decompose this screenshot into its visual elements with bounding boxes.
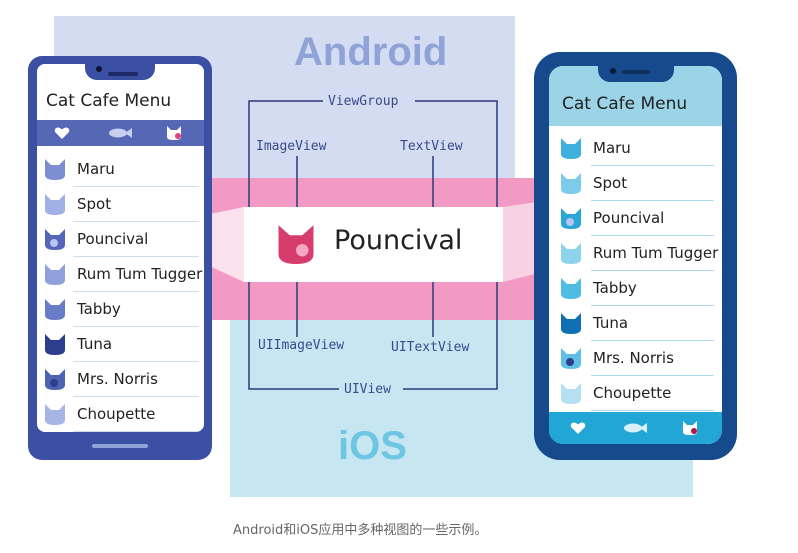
cat-name: Tuna xyxy=(593,314,629,332)
cat-icon xyxy=(561,173,581,194)
list-item[interactable]: Rum Tum Tugger xyxy=(549,236,722,271)
android-title: Cat Cafe Menu xyxy=(46,91,172,111)
cat-icon[interactable] xyxy=(681,419,699,436)
fish-icon[interactable] xyxy=(108,127,132,139)
list-item[interactable]: Pouncival xyxy=(549,201,722,236)
list-item[interactable]: Tuna xyxy=(37,327,204,362)
textview-label: TextView xyxy=(400,139,463,154)
list-item[interactable]: Pouncival xyxy=(37,222,204,257)
diagram-canvas: Android iOS ViewGroup ImageView TextView… xyxy=(0,0,798,553)
cat-name: Tuna xyxy=(77,335,113,353)
list-item[interactable]: Maru xyxy=(37,152,204,187)
cat-icon xyxy=(561,278,581,299)
android-camera xyxy=(96,66,102,72)
ios-tabbar xyxy=(549,412,722,444)
viewgroup-label: ViewGroup xyxy=(328,94,399,109)
cat-name: Mrs. Norris xyxy=(593,349,674,367)
row-divider xyxy=(73,431,199,432)
cat-icon xyxy=(561,138,581,159)
cat-name: Maru xyxy=(593,139,631,157)
ios-screen: Cat Cafe Menu Maru Spot Pouncival Rum Tum T… xyxy=(549,66,722,444)
cat-name: Choupette xyxy=(593,384,672,402)
ios-cat-list: Maru Spot Pouncival Rum Tum Tugger Tabby Tuna… xyxy=(549,131,722,411)
cat-icon xyxy=(561,243,581,264)
ios-speaker xyxy=(622,70,650,74)
cat-name: Rum Tum Tugger xyxy=(77,265,203,283)
heart-icon[interactable] xyxy=(54,126,70,140)
cat-icon xyxy=(45,264,65,285)
cat-icon xyxy=(45,299,65,320)
cat-name: Rum Tum Tugger xyxy=(593,244,719,262)
android-tabbar xyxy=(37,120,204,146)
list-item[interactable]: Choupette xyxy=(549,376,722,411)
figure-caption: Android和iOS应用中多种视图的一些示例。 xyxy=(233,523,488,538)
list-item[interactable]: Spot xyxy=(37,187,204,222)
list-item[interactable]: Tuna xyxy=(549,306,722,341)
list-item[interactable]: Tabby xyxy=(549,271,722,306)
fish-icon[interactable] xyxy=(623,422,647,434)
list-item[interactable]: Tabby xyxy=(37,292,204,327)
android-speaker xyxy=(108,72,138,76)
cat-icon xyxy=(45,194,65,215)
cat-name: Tabby xyxy=(593,279,637,297)
cat-name: Pouncival xyxy=(593,209,665,227)
android-screen: Cat Cafe Menu Maru Spot Pouncival Rum Tum T… xyxy=(37,64,204,432)
cat-icon[interactable] xyxy=(165,124,183,141)
imageview-label: ImageView xyxy=(256,139,327,154)
cat-name: Tabby xyxy=(77,300,121,318)
cat-name: Spot xyxy=(77,195,112,213)
cat-icon xyxy=(45,334,65,355)
ios-camera xyxy=(610,68,616,74)
cat-icon xyxy=(561,313,581,334)
cat-name: Choupette xyxy=(77,405,156,423)
cat-icon xyxy=(45,159,65,180)
cat-name: Maru xyxy=(77,160,115,178)
list-item[interactable]: Mrs. Norris xyxy=(549,341,722,376)
cat-icon xyxy=(561,348,581,369)
featured-cat-icon xyxy=(278,225,314,264)
cat-name: Mrs. Norris xyxy=(77,370,158,388)
featured-card: Pouncival xyxy=(244,207,503,282)
cat-icon xyxy=(45,404,65,425)
heart-icon[interactable] xyxy=(570,421,586,435)
android-home-bar xyxy=(92,444,148,448)
cat-name: Spot xyxy=(593,174,628,192)
cat-icon xyxy=(45,229,65,250)
featured-name: Pouncival xyxy=(334,225,463,256)
row-divider xyxy=(591,410,714,411)
list-item[interactable]: Spot xyxy=(549,166,722,201)
uiimageview-label: UIImageView xyxy=(258,338,345,353)
cat-icon xyxy=(45,369,65,390)
android-phone: Cat Cafe Menu Maru Spot Pouncival Rum Tum T… xyxy=(28,56,212,460)
list-item[interactable]: Choupette xyxy=(37,397,204,432)
android-cat-list: Maru Spot Pouncival Rum Tum Tugger Tabby Tuna… xyxy=(37,152,204,432)
ios-phone: Cat Cafe Menu Maru Spot Pouncival Rum Tum T… xyxy=(534,52,737,460)
ios-title: Cat Cafe Menu xyxy=(562,94,688,114)
cat-icon xyxy=(561,208,581,229)
cat-icon xyxy=(561,383,581,404)
uiview-label: UIView xyxy=(344,382,391,397)
list-item[interactable]: Maru xyxy=(549,131,722,166)
list-item[interactable]: Rum Tum Tugger xyxy=(37,257,204,292)
list-item[interactable]: Mrs. Norris xyxy=(37,362,204,397)
cat-name: Pouncival xyxy=(77,230,149,248)
uitextview-label: UITextView xyxy=(391,340,470,355)
